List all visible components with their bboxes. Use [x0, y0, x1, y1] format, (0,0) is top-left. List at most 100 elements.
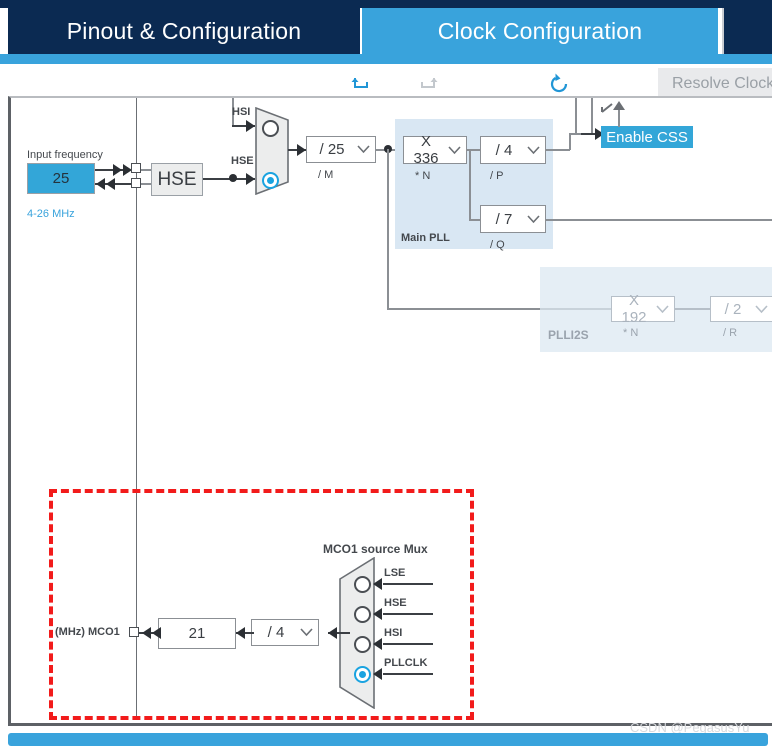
plli2s-n-value: X 192	[621, 292, 647, 326]
plli2s-r-caption: / R	[723, 327, 738, 339]
wire-hse-to-mco1mux	[383, 613, 433, 615]
junction-dot	[229, 174, 237, 182]
wire-m-branch-down	[387, 149, 389, 309]
arrow-icon	[373, 668, 382, 680]
arrow-icon	[106, 178, 115, 190]
mco1-mux-option-hsi[interactable]	[354, 636, 371, 653]
wire-lse-to-mux	[383, 583, 433, 585]
mco1-mux-title: MCO1 source Mux	[323, 542, 428, 556]
mco1-source-label-pllclk: PLLCLK	[384, 657, 428, 669]
wire-plli2s-n-to-r	[675, 308, 711, 310]
hse-branch-label: HSE	[231, 155, 254, 167]
mco1-highlight-box	[49, 489, 474, 720]
resolve-clock-label: Resolve Clock	[672, 75, 772, 92]
wire-css-up	[618, 108, 620, 127]
plli2s-r[interactable]: / 2	[710, 296, 772, 322]
mco1-source-label-hse: HSE	[384, 597, 407, 609]
undo-icon	[350, 73, 372, 95]
chevron-down-icon	[442, 145, 466, 155]
chevron-down-icon	[521, 214, 545, 224]
mco1-divider[interactable]: / 4	[251, 619, 319, 646]
main-pll-title: Main PLL	[401, 232, 450, 244]
wire-n-to-p	[467, 149, 481, 151]
arrow-icon	[328, 627, 337, 639]
chevron-down-icon	[294, 628, 318, 637]
input-frequency-caption: Input frequency	[27, 149, 103, 161]
pin-mco1[interactable]	[129, 627, 139, 637]
arrow-icon	[373, 578, 382, 590]
mco1-divider-value: / 4	[267, 624, 285, 641]
redo-icon	[417, 73, 439, 95]
wire-sysclk-v1	[575, 98, 577, 134]
wire-sysclk-v2	[591, 98, 593, 134]
enable-css-label: Enable CSS	[606, 128, 688, 146]
hse-oscillator-block[interactable]: HSE	[151, 163, 203, 196]
tab-label: Pinout & Configuration	[66, 17, 302, 44]
arrow-icon	[246, 120, 255, 132]
mco1-output-label: (MHz) MCO1	[55, 626, 120, 638]
hse-label: HSE	[157, 168, 197, 190]
tab-underline	[0, 54, 772, 64]
enable-css-button[interactable]: Enable CSS	[601, 126, 693, 148]
chevron-down-icon	[351, 145, 375, 154]
wire-pllclk-to-mco1mux	[383, 673, 433, 675]
wire-n-to-q	[469, 150, 471, 220]
mco1-output-value: 21	[188, 625, 206, 642]
arrow-icon	[96, 178, 105, 190]
mco1-mux-option-pllclk[interactable]	[354, 666, 371, 683]
wire-p-out	[546, 149, 570, 151]
pll-m-caption: / M	[318, 169, 334, 181]
input-frequency-range: 4-26 MHz	[27, 208, 75, 220]
reset-icon	[547, 72, 571, 96]
pll-m-value: / 25	[319, 141, 345, 158]
pin-osc-in[interactable]	[131, 163, 141, 173]
tab-label: Clock Configuration	[437, 17, 643, 44]
plli2s-n-caption: * N	[623, 327, 639, 339]
hsi-branch-label: HSI	[232, 106, 251, 118]
main-pll-n-caption: * N	[415, 170, 431, 182]
arrow-icon	[246, 173, 255, 185]
main-pll-n[interactable]: X 336	[403, 133, 467, 167]
main-pll-q-value: / 7	[495, 210, 513, 228]
clock-tree-panel[interactable]: Input frequency 25 4-26 MHz HSE HSE HSI …	[8, 96, 772, 726]
mco1-source-label-hsi: HSI	[384, 627, 403, 639]
mco1-mux-option-lse[interactable]	[354, 576, 371, 593]
plli2s-n[interactable]: X 192	[611, 292, 675, 326]
pll-m-divider[interactable]: / 25	[306, 136, 376, 163]
input-frequency-field[interactable]: 25	[27, 163, 95, 194]
mco1-source-label-lse: LSE	[384, 567, 406, 579]
arrow-icon	[113, 164, 122, 176]
pin-osc-out[interactable]	[131, 178, 141, 188]
chevron-down-icon	[650, 304, 674, 314]
arrow-icon	[297, 144, 306, 156]
plli2s-r-value: / 2	[724, 300, 742, 318]
wire-q-out	[546, 219, 772, 221]
main-pll-p[interactable]: / 4	[480, 136, 546, 164]
wire-hsi-to-mco1mux	[383, 643, 433, 645]
arrow-icon	[373, 638, 382, 650]
input-frequency-value: 25	[52, 170, 70, 187]
pll-mux-option-hse[interactable]	[262, 172, 279, 189]
tab-clock-configuration[interactable]: Clock Configuration	[362, 8, 718, 54]
tab-next[interactable]	[722, 8, 772, 54]
main-pll-q[interactable]: / 7	[480, 205, 546, 233]
pll-mux-option-hsi[interactable]	[262, 120, 279, 137]
main-pll-q-caption: / Q	[490, 239, 505, 251]
chevron-down-icon	[521, 145, 545, 155]
css-check-icon	[601, 103, 615, 121]
main-pll-n-value: X 336	[413, 133, 439, 167]
bottom-status-bar	[8, 733, 768, 746]
main-pll-p-value: / 4	[495, 141, 513, 159]
arrow-icon	[373, 608, 382, 620]
plli2s-title: PLLI2S	[548, 328, 589, 342]
tab-bar: Pinout & Configuration Clock Configurati…	[0, 8, 772, 54]
tab-pinout-configuration[interactable]: Pinout & Configuration	[8, 8, 360, 54]
clock-tree-canvas: Input frequency 25 4-26 MHz HSE HSE HSI …	[11, 98, 772, 723]
wire-p-up	[569, 133, 571, 150]
arrow-icon	[236, 627, 245, 639]
chevron-down-icon	[749, 304, 772, 314]
arrow-icon	[142, 627, 151, 639]
mco1-mux-option-hse[interactable]	[354, 606, 371, 623]
mco1-output-field[interactable]: 21	[158, 618, 236, 649]
window-top-strip	[0, 0, 772, 8]
